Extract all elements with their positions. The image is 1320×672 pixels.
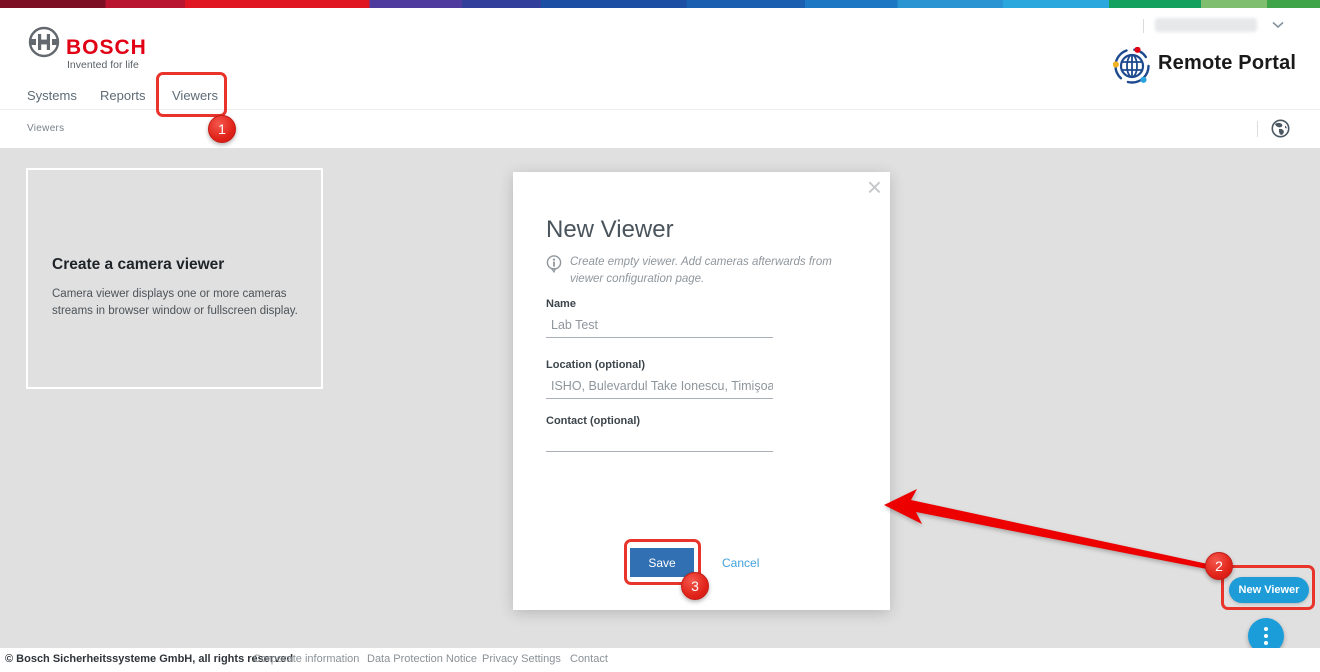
create-viewer-card[interactable]: Create a camera viewer Camera viewer dis… (26, 168, 323, 389)
header: BOSCH Invented for life Systems Reports … (0, 8, 1320, 118)
product-title: Remote Portal (1158, 52, 1297, 74)
bosch-wordmark: BOSCH (66, 36, 147, 59)
bosch-supergraphic-stripe (0, 0, 1320, 8)
contact-input[interactable] (546, 424, 773, 452)
breadcrumb: Viewers (27, 123, 65, 134)
step-badge-1: 1 (208, 115, 236, 143)
name-input[interactable] (546, 314, 773, 338)
footer-link-contact[interactable]: Contact (570, 653, 608, 665)
tab-viewers[interactable]: Viewers (172, 88, 218, 103)
account-separator (1143, 19, 1144, 33)
footer-link-privacy-settings[interactable]: Privacy Settings (482, 653, 561, 665)
new-viewer-modal: × New Viewer Create empty viewer. Add ca… (513, 172, 890, 610)
location-field-label: Location (optional) (546, 359, 645, 371)
main-content: Create a camera viewer Camera viewer dis… (0, 148, 1320, 654)
modal-title: New Viewer (546, 216, 674, 243)
save-button[interactable]: Save (630, 548, 694, 577)
modal-info-row: Create empty viewer. Add cameras afterwa… (546, 254, 856, 287)
close-icon[interactable]: × (867, 174, 882, 200)
step-badge-2: 2 (1205, 552, 1233, 580)
footer-link-corporate-information[interactable]: Corporate information (253, 653, 359, 665)
modal-info-text: Create empty viewer. Add cameras afterwa… (570, 256, 832, 285)
remote-portal-page: BOSCH Invented for life Systems Reports … (0, 0, 1320, 672)
remote-portal-globe-icon (1113, 47, 1150, 84)
card-title: Create a camera viewer (52, 256, 225, 273)
bosch-tagline: Invented for life (67, 59, 139, 71)
location-input[interactable] (546, 375, 773, 399)
info-icon (546, 255, 562, 274)
world-globe-icon[interactable] (1271, 119, 1290, 138)
name-field-label: Name (546, 298, 576, 310)
footer-link-data-protection-notice[interactable]: Data Protection Notice (367, 653, 477, 665)
step-badge-3: 3 (681, 572, 709, 600)
footer-copyright: © Bosch Sicherheitssysteme GmbH, all rig… (5, 653, 294, 665)
chevron-down-icon[interactable] (1272, 21, 1284, 29)
tab-systems[interactable]: Systems (27, 88, 77, 103)
bosch-logo-icon (28, 26, 60, 58)
new-viewer-button[interactable]: New Viewer (1229, 577, 1309, 603)
footer: © Bosch Sicherheitssysteme GmbH, all rig… (0, 648, 1320, 672)
cancel-button[interactable]: Cancel (722, 556, 759, 570)
kebab-menu-icon (1264, 627, 1268, 631)
toolbar-separator (1257, 121, 1258, 137)
card-description: Camera viewer displays one or more camer… (52, 288, 298, 317)
tab-reports[interactable]: Reports (100, 88, 146, 103)
account-name-redacted[interactable] (1155, 18, 1257, 32)
breadcrumb-bar: Viewers (0, 110, 1320, 148)
